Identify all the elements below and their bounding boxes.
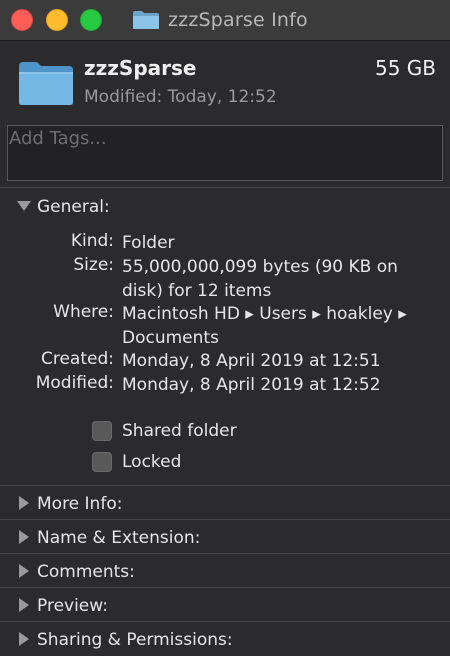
- shared-folder-row[interactable]: Shared folder: [92, 419, 237, 443]
- section-preview-label: Preview:: [37, 595, 108, 616]
- where-label: Where:: [53, 302, 114, 322]
- disclosure-triangle-down-icon[interactable]: [14, 196, 34, 216]
- size-value: 55,000,000,099 bytes (90 KB on disk) for…: [122, 255, 432, 303]
- locked-label: Locked: [122, 452, 182, 472]
- kind-value: Folder: [122, 233, 175, 253]
- divider: [0, 587, 450, 588]
- section-comments[interactable]: Comments:: [0, 555, 450, 588]
- window-title: zzzSparse Info: [132, 7, 308, 33]
- divider: [0, 187, 450, 188]
- section-more-info[interactable]: More Info:: [0, 487, 450, 520]
- created-label: Created:: [40, 349, 114, 369]
- modified-summary: Modified: Today, 12:52: [84, 87, 277, 107]
- section-more-info-label: More Info:: [37, 493, 123, 514]
- divider: [0, 553, 450, 554]
- disclosure-triangle-right-icon[interactable]: [14, 527, 34, 547]
- folder-icon: [133, 11, 159, 29]
- where-value-line: Documents: [122, 328, 219, 348]
- tags-placeholder: Add Tags...: [9, 128, 107, 149]
- title-bar: zzzSparse Info: [0, 0, 450, 41]
- modified-label: Modified:: [35, 373, 114, 393]
- section-name-extension[interactable]: Name & Extension:: [0, 521, 450, 554]
- where-value-line: Macintosh HD ▸ Users ▸ hoakley ▸: [122, 304, 407, 324]
- file-size: 55 GB: [374, 56, 436, 80]
- size-value-line: disk) for 12 items: [122, 281, 272, 301]
- disclosure-triangle-right-icon[interactable]: [14, 629, 34, 649]
- divider: [0, 621, 450, 622]
- disclosure-triangle-right-icon[interactable]: [14, 493, 34, 513]
- section-sharing-permissions[interactable]: Sharing & Permissions:: [0, 623, 450, 656]
- size-label: Size:: [73, 255, 114, 275]
- section-name-extension-label: Name & Extension:: [37, 527, 201, 548]
- section-general-label: General:: [37, 196, 110, 217]
- section-sharing-permissions-label: Sharing & Permissions:: [37, 629, 233, 650]
- tags-field[interactable]: Add Tags...: [7, 125, 443, 181]
- where-value: Macintosh HD ▸ Users ▸ hoakley ▸ Documen…: [122, 302, 432, 350]
- shared-folder-label: Shared folder: [122, 421, 237, 441]
- folder-icon: [19, 62, 73, 105]
- shared-folder-checkbox[interactable]: [92, 421, 112, 441]
- divider: [0, 485, 450, 486]
- locked-checkbox[interactable]: [92, 452, 112, 472]
- modified-value: Monday, 8 April 2019 at 12:52: [122, 375, 381, 395]
- divider: [0, 519, 450, 520]
- zoom-button[interactable]: [80, 9, 102, 31]
- info-header: zzzSparse 55 GB Modified: Today, 12:52: [0, 40, 450, 120]
- kind-label: Kind:: [70, 231, 114, 251]
- section-general[interactable]: General:: [0, 190, 450, 223]
- section-comments-label: Comments:: [37, 561, 135, 582]
- minimize-button[interactable]: [46, 9, 68, 31]
- close-button[interactable]: [11, 9, 33, 31]
- section-preview[interactable]: Preview:: [0, 589, 450, 622]
- locked-row[interactable]: Locked: [92, 450, 181, 474]
- file-name: zzzSparse: [84, 56, 197, 80]
- disclosure-triangle-right-icon[interactable]: [14, 561, 34, 581]
- size-value-line: 55,000,000,099 bytes (90 KB on: [122, 257, 398, 277]
- created-value: Monday, 8 April 2019 at 12:51: [122, 351, 381, 371]
- disclosure-triangle-right-icon[interactable]: [14, 595, 34, 615]
- window-title-text: zzzSparse Info: [168, 9, 308, 31]
